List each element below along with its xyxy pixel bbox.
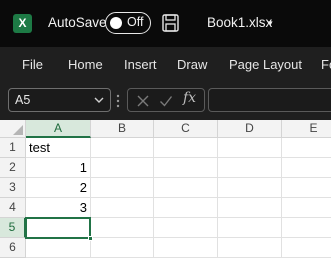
cell-e4[interactable] (282, 198, 331, 218)
row-header-4[interactable]: 4 (0, 198, 26, 218)
cell-c5[interactable] (154, 218, 218, 238)
cell-c1[interactable] (154, 138, 218, 158)
cell-b2[interactable] (91, 158, 154, 178)
cell-e3[interactable] (282, 178, 331, 198)
cell-a6[interactable] (26, 238, 91, 258)
cell-b5[interactable] (91, 218, 154, 238)
name-box-value: A5 (15, 93, 31, 107)
column-header-a[interactable]: A (26, 120, 91, 138)
select-all-button[interactable] (0, 120, 26, 138)
formula-bar-row: A5 fx (0, 82, 331, 120)
cancel-icon[interactable] (136, 94, 150, 108)
row-header-2[interactable]: 2 (0, 158, 26, 178)
tab-insert[interactable]: Insert (124, 57, 157, 72)
excel-app-icon: X (13, 14, 35, 33)
autosave-label: AutoSave (48, 15, 107, 30)
autosave-toggle[interactable]: Off (105, 12, 151, 34)
cell-c2[interactable] (154, 158, 218, 178)
autosave-state: Off (127, 15, 144, 29)
save-icon[interactable] (162, 14, 179, 32)
row-header-1[interactable]: 1 (0, 138, 26, 158)
toggle-knob (110, 16, 122, 29)
check-icon[interactable] (159, 94, 173, 108)
column-header-b[interactable]: B (91, 120, 154, 138)
tab-page-layout[interactable]: Page Layout (229, 57, 302, 72)
formula-buttons: fx (127, 88, 205, 112)
cell-c4[interactable] (154, 198, 218, 218)
cell-a2[interactable]: 1 (26, 158, 91, 178)
chevron-down-icon[interactable]: ▾ (268, 18, 273, 29)
tab-file[interactable]: File (22, 57, 43, 72)
cell-e2[interactable] (282, 158, 331, 178)
cell-b4[interactable] (91, 198, 154, 218)
cell-e1[interactable] (282, 138, 331, 158)
formula-input[interactable] (208, 88, 331, 112)
tab-home[interactable]: Home (68, 57, 103, 72)
name-box[interactable]: A5 (8, 88, 111, 112)
cell-d2[interactable] (218, 158, 282, 178)
cell-b6[interactable] (91, 238, 154, 258)
ribbon-tabs: File Home Insert Draw Page Layout Fo (0, 47, 331, 82)
cell-a4[interactable]: 3 (26, 198, 91, 218)
cell-a1[interactable]: test (26, 138, 91, 158)
tab-draw[interactable]: Draw (177, 57, 207, 72)
chevron-down-icon[interactable] (93, 94, 105, 106)
column-header-c[interactable]: C (154, 120, 218, 138)
active-cell-selection[interactable] (25, 217, 91, 239)
cell-b1[interactable] (91, 138, 154, 158)
tab-formulas[interactable]: Fo (321, 57, 331, 72)
column-header-d[interactable]: D (218, 120, 282, 138)
cell-d1[interactable] (218, 138, 282, 158)
worksheet-grid: A B C D E 1 2 3 4 5 6 test 1 2 3 (0, 120, 331, 266)
cell-e5[interactable] (282, 218, 331, 238)
cell-d5[interactable] (218, 218, 282, 238)
row-header-6[interactable]: 6 (0, 238, 26, 258)
cell-a3[interactable]: 2 (26, 178, 91, 198)
column-header-e[interactable]: E (282, 120, 331, 138)
row-header-3[interactable]: 3 (0, 178, 26, 198)
cell-d4[interactable] (218, 198, 282, 218)
more-options-icon[interactable] (115, 93, 121, 109)
excel-icon-letter: X (18, 16, 27, 30)
cell-c3[interactable] (154, 178, 218, 198)
cell-d6[interactable] (218, 238, 282, 258)
cell-d3[interactable] (218, 178, 282, 198)
title-bar: X AutoSave Off Book1.xlsx ▾ (0, 0, 331, 47)
cell-e6[interactable] (282, 238, 331, 258)
fill-handle[interactable] (88, 236, 93, 241)
cell-b3[interactable] (91, 178, 154, 198)
workbook-title[interactable]: Book1.xlsx (207, 15, 272, 30)
row-header-5[interactable]: 5 (0, 218, 26, 238)
cell-c6[interactable] (154, 238, 218, 258)
select-all-triangle-icon (13, 125, 23, 135)
insert-function-icon[interactable]: fx (183, 90, 196, 106)
